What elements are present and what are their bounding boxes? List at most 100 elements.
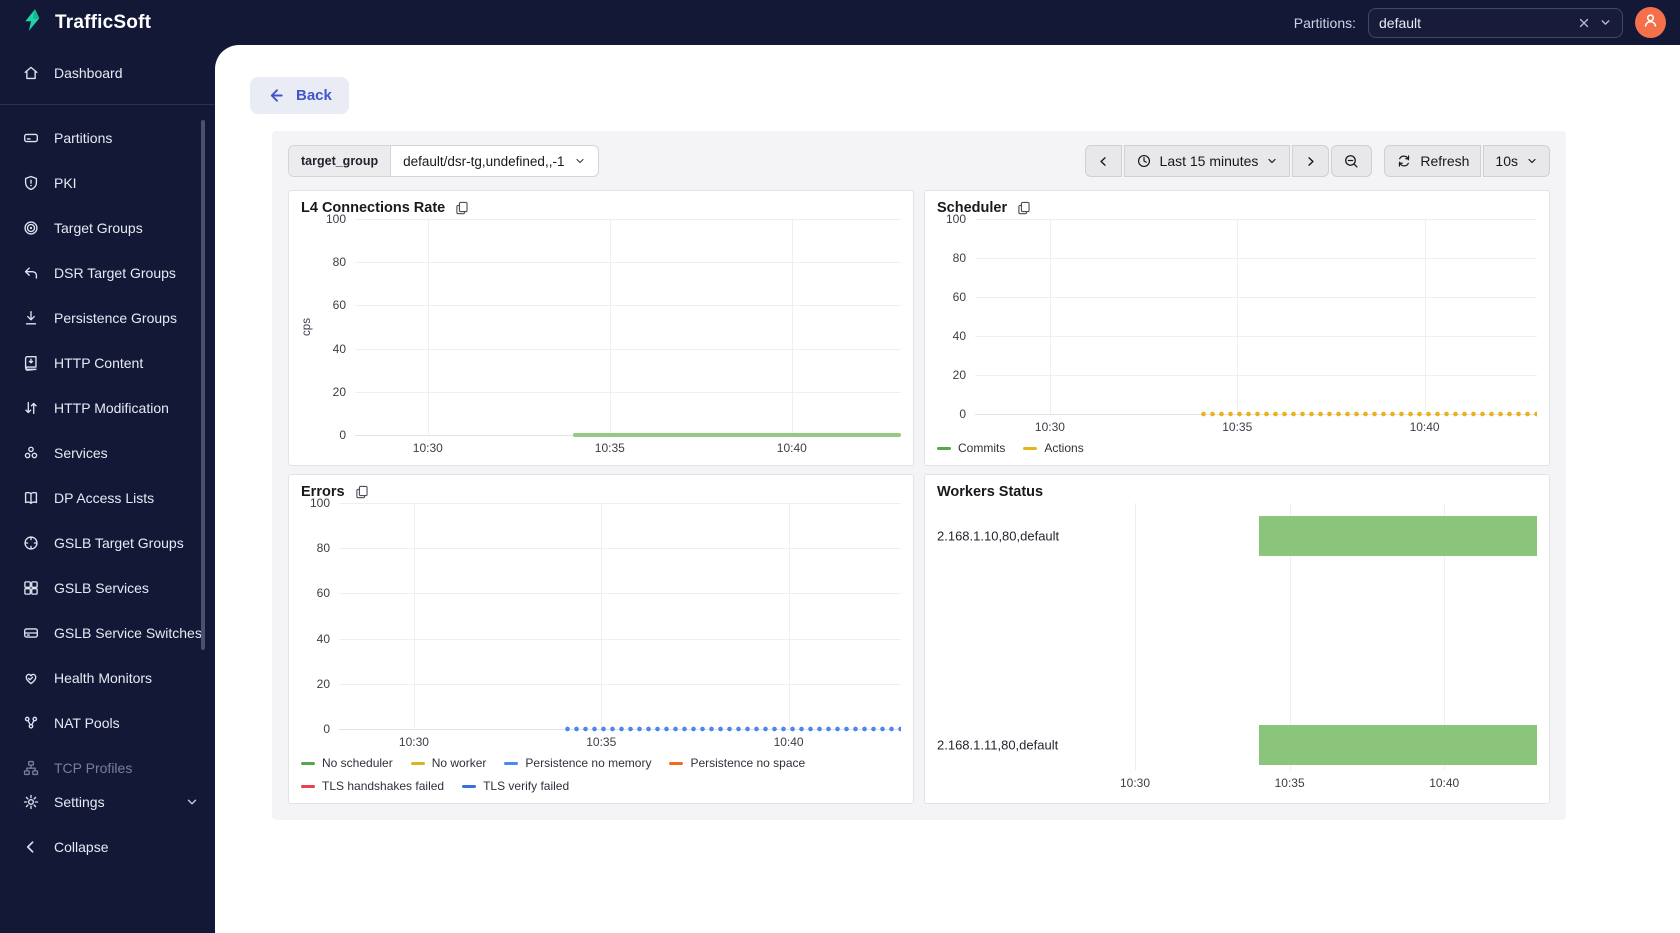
brand-logo[interactable]: TrafficSoft — [0, 0, 215, 45]
legend-label: Persistence no memory — [525, 756, 652, 770]
h-gridline — [339, 503, 901, 504]
copy-icon[interactable] — [354, 484, 370, 500]
refresh-interval-select[interactable]: 10s — [1483, 145, 1550, 177]
h-gridline — [339, 593, 901, 595]
panel-header: L4 Connections Rate — [301, 200, 901, 216]
sidebar-item-gslb-target-groups[interactable]: GSLB Target Groups — [0, 520, 215, 565]
time-shift-back-button[interactable] — [1084, 145, 1122, 177]
grid-icon — [22, 579, 40, 597]
chart-body: 2.168.1.10,80,default 2.168.1.11,80,defau… — [935, 503, 1537, 797]
sidebar-item-health-monitors[interactable]: Health Monitors — [0, 655, 215, 700]
x-tick-label: 10:35 — [594, 441, 625, 455]
v-gridline — [427, 219, 429, 435]
sidebar-item-label: Persistence Groups — [54, 309, 177, 326]
user-avatar[interactable] — [1635, 7, 1666, 38]
y-tick-label: 0 — [339, 428, 346, 442]
time-range-label: Last 15 minutes — [1159, 153, 1259, 169]
y-tick-label: 100 — [945, 212, 966, 226]
target-group-select[interactable]: default/dsr-tg,undefined,,-1 — [391, 146, 598, 176]
sidebar-item-label: Partitions — [54, 129, 113, 146]
chart-legend: Commits Actions — [935, 438, 1537, 459]
sidebar-item-settings[interactable]: Settings — [0, 779, 215, 824]
sidebar-item-label: GSLB Service Switches — [54, 624, 202, 641]
sidebar-item-gslb-services[interactable]: GSLB Services — [0, 565, 215, 610]
h-gridline — [339, 548, 901, 550]
plot: 10:30 10:35 10:40 — [355, 219, 901, 455]
sidebar-nav-group: Partitions PKI Target Groups DSR Target … — [0, 115, 215, 779]
series-persistence-no-memory — [563, 726, 901, 732]
legend-item-no-worker[interactable]: No worker — [410, 753, 486, 774]
sidebar-item-http-content[interactable]: HTTP Content — [0, 340, 215, 385]
sidebar-item-dsr-target-groups[interactable]: DSR Target Groups — [0, 250, 215, 295]
chevron-down-icon — [574, 155, 586, 167]
time-range-picker[interactable]: Last 15 minutes — [1123, 145, 1291, 177]
main-content: Back target_group default/dsr-tg,undefin… — [215, 45, 1680, 933]
sidebar-item-pki[interactable]: PKI — [0, 160, 215, 205]
sidebar-item-label: Dashboard — [54, 64, 123, 81]
chevron-down-icon[interactable] — [1599, 16, 1612, 29]
x-tick-label: 10:30 — [1034, 420, 1065, 434]
clear-icon[interactable] — [1577, 16, 1591, 30]
legend-label: TLS verify failed — [483, 779, 570, 793]
sidebar-scrollbar[interactable] — [201, 120, 205, 650]
hard-drive-icon — [22, 129, 40, 147]
zoom-out-button[interactable] — [1331, 145, 1373, 177]
arrow-down-to-line-icon — [22, 309, 40, 327]
sidebar-item-target-groups[interactable]: Target Groups — [0, 205, 215, 250]
x-tick-label: 10:35 — [1222, 420, 1253, 434]
partitions-select[interactable]: default — [1368, 7, 1623, 38]
panel-grid: L4 Connections Rate cps 100 80 60 40 20 0 10:30… — [288, 190, 1550, 804]
h-gridline — [975, 219, 1537, 220]
y-tick-label: 60 — [316, 586, 330, 601]
sidebar-item-gslb-service-switches[interactable]: GSLB Service Switches — [0, 610, 215, 655]
user-icon — [1641, 11, 1660, 35]
sidebar: TrafficSoft Dashboard Partitions PKI Tar… — [0, 0, 215, 933]
chevron-right-icon — [1304, 155, 1317, 168]
book-arrow-down-icon — [22, 354, 40, 372]
refresh-button[interactable]: Refresh — [1384, 145, 1482, 177]
copy-icon[interactable] — [1016, 200, 1032, 216]
sidebar-item-partitions[interactable]: Partitions — [0, 115, 215, 160]
v-gridline — [1424, 219, 1426, 414]
x-tick-label: 10:30 — [398, 735, 429, 749]
copy-icon[interactable] — [454, 200, 470, 216]
refresh-group: Refresh 10s — [1384, 145, 1550, 177]
sidebar-item-dp-access-lists[interactable]: DP Access Lists — [0, 475, 215, 520]
legend-item-tls-handshakes-failed[interactable]: TLS handshakes failed — [301, 776, 444, 797]
sidebar-item-nat-pools[interactable]: NAT Pools — [0, 700, 215, 745]
sidebar-item-tcp-profiles[interactable]: TCP Profiles — [0, 745, 215, 779]
y-tick-label: 20 — [332, 384, 346, 399]
h-gridline — [975, 297, 1537, 298]
x-tick-label: 10:35 — [586, 735, 617, 749]
sidebar-item-persistence-groups[interactable]: Persistence Groups — [0, 295, 215, 340]
category-label: 2.168.1.10,80,default — [937, 528, 1060, 544]
status-bar-2-168-1-11-80-default — [1258, 725, 1537, 765]
plot: 10:30 10:35 10:40 — [339, 503, 901, 749]
back-button[interactable]: Back — [250, 77, 349, 114]
panel-scheduler: Scheduler 100 80 60 40 20 0 10:30 10:35 10:40 Com… — [924, 190, 1550, 466]
y-tick-label: 60 — [952, 290, 966, 304]
sidebar-item-http-modification[interactable]: HTTP Modification — [0, 385, 215, 430]
legend-label: No scheduler — [322, 756, 393, 770]
sitemap-icon — [22, 759, 40, 777]
legend-item-commits[interactable]: Commits — [937, 438, 1005, 459]
sidebar-item-label: TCP Profiles — [54, 759, 133, 776]
time-shift-forward-button[interactable] — [1292, 145, 1330, 177]
open-book-icon — [22, 489, 40, 507]
legend-item-no-scheduler[interactable]: No scheduler — [301, 753, 393, 774]
v-gridline — [1237, 219, 1239, 414]
chevron-down-icon — [185, 795, 199, 809]
legend-label: Persistence no space — [690, 756, 806, 770]
plot: 10:30 10:35 10:40 — [975, 219, 1537, 434]
sidebar-collapse-button[interactable]: Collapse — [0, 824, 215, 869]
legend-item-persistence-no-space[interactable]: Persistence no space — [669, 753, 805, 774]
legend-item-persistence-no-memory[interactable]: Persistence no memory — [504, 753, 651, 774]
logo-icon — [20, 7, 46, 38]
legend-item-actions[interactable]: Actions — [1023, 438, 1084, 459]
sidebar-item-services[interactable]: Services — [0, 430, 215, 475]
target-group-filter: target_group default/dsr-tg,undefined,,-… — [288, 145, 600, 177]
sidebar-item-label: Settings — [54, 793, 105, 810]
sidebar-item-dashboard[interactable]: Dashboard — [0, 50, 215, 95]
legend-item-tls-verify-failed[interactable]: TLS verify failed — [462, 776, 569, 797]
x-tick-label: 10:30 — [412, 441, 443, 455]
